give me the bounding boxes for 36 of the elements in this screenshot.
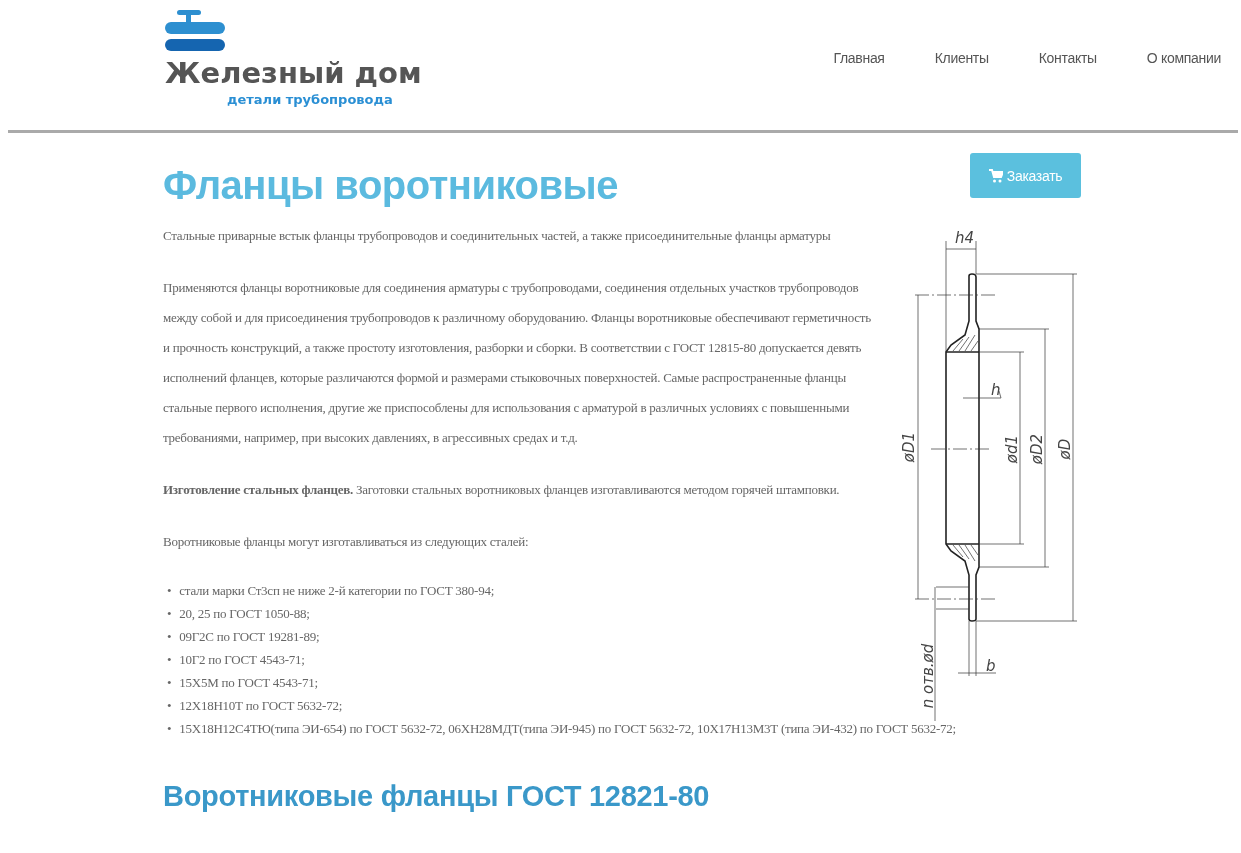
bullet-mark: • — [167, 582, 172, 600]
list-item: 10Г2 по ГОСТ 4543-71; — [179, 651, 305, 669]
dimension-label: øD2 — [1028, 433, 1046, 465]
bullet-mark: • — [167, 720, 172, 738]
valve-logo-icon — [165, 10, 225, 52]
dimension-label: øD1 — [900, 431, 918, 463]
logo-tagline: детали трубопровода — [227, 92, 394, 108]
bullet-mark: • — [167, 628, 172, 646]
logo-name: Железный дом — [165, 55, 422, 92]
nav-link[interactable]: Главная — [833, 50, 885, 66]
nav-link[interactable]: Клиенты — [934, 50, 989, 66]
nav-link[interactable]: Контакты — [1038, 50, 1097, 66]
dimension-label: b — [986, 657, 996, 675]
dimension-label: n отв.ød — [919, 643, 937, 709]
list-item: 12Х18Н10Т по ГОСТ 5632-72; — [179, 697, 343, 715]
description-text: Применяются фланцы воротниковые для соединения арматуры с трубопроводами, соединения отдельных участков трубопроводов между собой и для присоединения трубопроводов к различному оборудованию. Фланцы воротниковые обеспечивают герметичность и прочность конструкций, а также простоту изготовления, разборки и сборки. В соответствии с ГОСТ 12815-80 допускается девять исполнений фланцев, которые различаются формой и размерами стыковочных поверхностей. Самые распространенные фланцы стальные первого исполнения, другие же приспособлены для использования с арматурой в различных условиях с повышенными требованиями, например, при высоких давлениях, в агрессивных средах и т.д. — [163, 279, 872, 447]
list-item: стали марки Ст3сп не ниже 2-й категории по ГОСТ 380-94; — [179, 582, 495, 600]
list-item: 15Х18Н12С4ТЮ(типа ЭИ-654) по ГОСТ 5632-72, 06ХН28МДТ(типа ЭИ-945) по ГОСТ 5632-72, 10Х17Н13М3Т (типа ЭИ-432) по ГОСТ 5632-72; — [179, 720, 956, 738]
cart-icon — [988, 168, 1003, 183]
list-item: 15Х5М по ГОСТ 4543-71; — [179, 674, 318, 692]
nav-link[interactable]: О компании — [1146, 50, 1221, 66]
bullet-mark: • — [167, 605, 172, 623]
bullet-mark: • — [167, 651, 172, 669]
list-item: 20, 25 по ГОСТ 1050-88; — [179, 605, 310, 623]
steels-intro-text: Воротниковые фланцы могут изготавливаться из следующих сталей: — [163, 533, 530, 551]
dimension-label: ød1 — [1003, 434, 1021, 464]
bullet-mark: • — [167, 697, 172, 715]
intro-text: Стальные приварные встык фланцы трубопроводов и соединительных частей, а также присоединительные фланцы арматуры — [163, 227, 832, 245]
manufacturing-text: Изготовление стальных фланцев. Заготовки стальных воротниковых фланцев изготавливаются методом горячей штамповки. — [163, 481, 841, 499]
page-title: Фланцы воротниковые — [163, 162, 618, 209]
list-item: 09Г2С по ГОСТ 19281-89; — [179, 628, 320, 646]
dimension-label: øD — [1056, 438, 1074, 460]
bullet-mark: • — [167, 674, 172, 692]
dimension-label: h4 — [955, 229, 975, 247]
dimension-label: h — [991, 381, 1001, 399]
section-heading: Воротниковые фланцы ГОСТ 12821-80 — [163, 780, 711, 813]
